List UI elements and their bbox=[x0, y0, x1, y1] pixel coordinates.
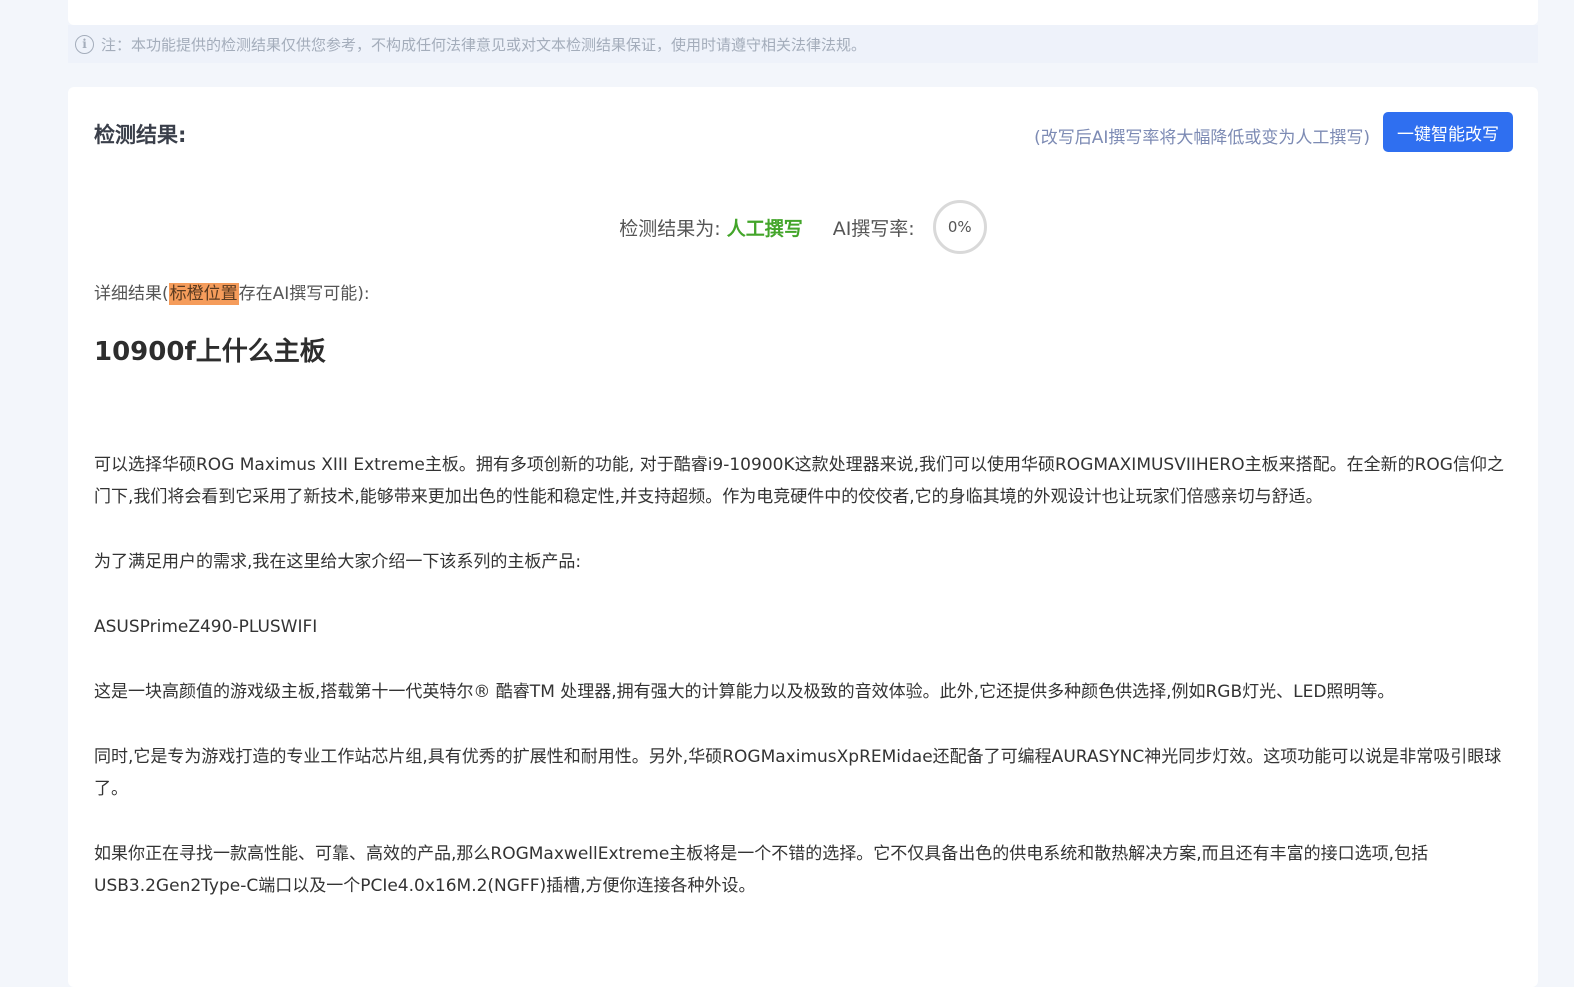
paragraph: 同时,它是专为游戏打造的专业工作站芯片组,具有优秀的扩展性和耐用性。另外,华硕R… bbox=[94, 747, 1502, 799]
info-icon: i bbox=[75, 34, 94, 54]
upper-card bbox=[68, 0, 1538, 25]
detail-suffix: 存在AI撰写可能): bbox=[238, 284, 370, 304]
paragraph: 为了满足用户的需求,我在这里给大家介绍一下该系列的主板产品: bbox=[94, 552, 582, 572]
summary-label: 检测结果为: bbox=[619, 217, 721, 240]
disclaimer-notice: i 注：本功能提供的检测结果仅供您参考，不构成任何法律意见或对文本检测结果保证，… bbox=[68, 25, 1538, 63]
paragraph: ASUSPrimeZ490-PLUSWIFI bbox=[94, 617, 318, 637]
paragraph: 这是一块高颜值的游戏级主板,搭载第十一代英特尔® 酷睿TM 处理器,拥有强大的计… bbox=[94, 682, 1395, 702]
detail-prefix: 详细结果( bbox=[94, 284, 169, 304]
detail-label: 详细结果(标橙位置存在AI撰写可能): bbox=[94, 279, 370, 305]
result-summary: 检测结果为: 人工撰写 AI撰写率: 0% bbox=[68, 199, 1538, 255]
highlight-legend: 标橙位置 bbox=[168, 283, 239, 305]
ai-rate-value: 0% bbox=[947, 218, 972, 236]
smart-rewrite-button[interactable]: 一键智能改写 bbox=[1383, 112, 1513, 152]
detection-result-card: 检测结果: (改写后AI撰写率将大幅降低或变为人工撰写) 一键智能改写 检测结果… bbox=[68, 87, 1538, 987]
ai-rate-label: AI撰写率: bbox=[832, 217, 915, 240]
article-title: 10900f上什么主板 bbox=[94, 337, 326, 367]
paragraph: 可以选择华硕ROG Maximus XIII Extreme主板。拥有多项创新的… bbox=[94, 455, 1504, 507]
article-content: 可以选择华硕ROG Maximus XIII Extreme主板。拥有多项创新的… bbox=[94, 449, 1504, 935]
disclaimer-text: 注：本功能提供的检测结果仅供您参考，不构成任何法律意见或对文本检测结果保证，使用… bbox=[101, 35, 867, 54]
paragraph: 如果你正在寻找一款高性能、可靠、高效的产品,那么ROGMaxwellExtrem… bbox=[94, 844, 1429, 896]
ai-rate-gauge: 0% bbox=[932, 200, 987, 254]
result-title: 检测结果: bbox=[94, 123, 187, 147]
rewrite-hint: (改写后AI撰写率将大幅降低或变为人工撰写) bbox=[1034, 128, 1370, 148]
verdict-value: 人工撰写 bbox=[726, 217, 803, 240]
